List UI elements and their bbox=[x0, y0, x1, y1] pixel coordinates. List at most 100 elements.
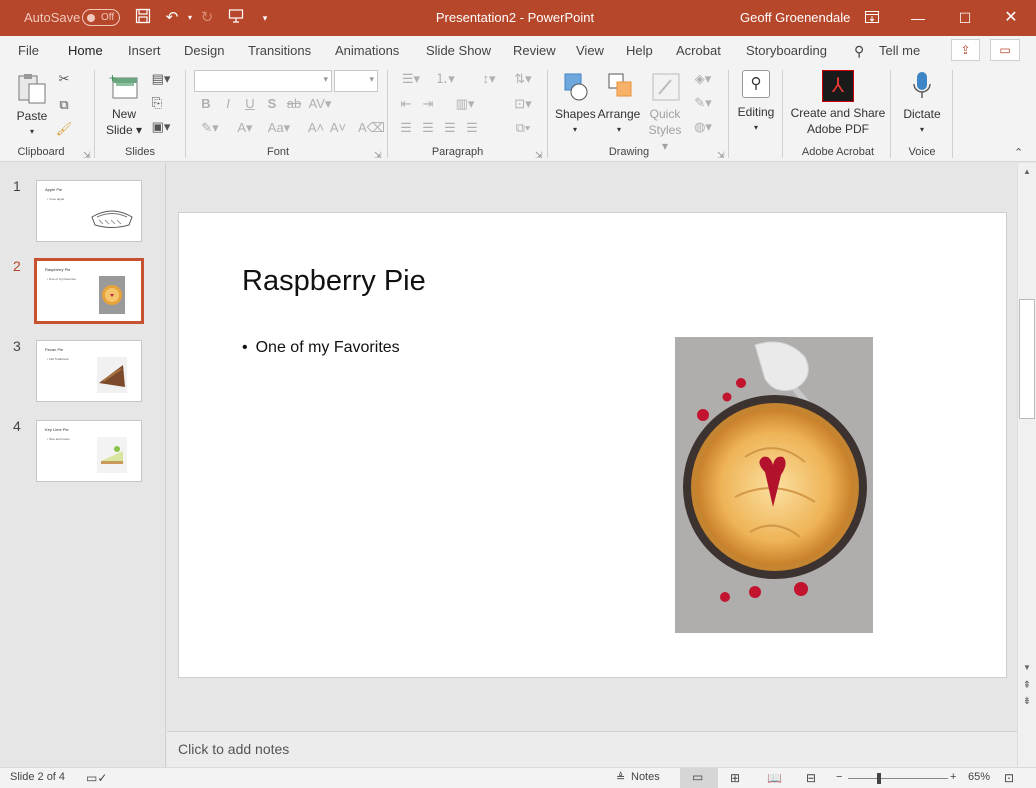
drawing-launcher-icon[interactable]: ⇲ bbox=[717, 150, 725, 161]
columns-icon[interactable]: ▥▾ bbox=[450, 95, 480, 113]
tab-file[interactable]: File bbox=[18, 43, 39, 58]
vertical-scrollbar[interactable]: ▲ ▼ ⇞ ⇟ bbox=[1017, 163, 1036, 767]
slide-bullet[interactable]: • One of my Favorites bbox=[242, 339, 400, 357]
tab-transitions[interactable]: Transitions bbox=[248, 43, 311, 58]
save-icon[interactable] bbox=[133, 8, 153, 28]
scroll-down-icon[interactable]: ▼ bbox=[1018, 663, 1036, 672]
align-text-icon[interactable]: ⊡▾ bbox=[508, 95, 538, 113]
normal-view-icon[interactable]: ▭ bbox=[680, 768, 718, 788]
decrease-font-icon[interactable]: A˅ bbox=[328, 119, 348, 137]
paragraph-launcher-icon[interactable]: ⇲ bbox=[535, 150, 543, 161]
share-icon[interactable]: ⇪ bbox=[951, 39, 980, 61]
shape-fill-icon[interactable]: ◈▾ bbox=[688, 70, 718, 88]
undo-icon[interactable]: ↶ bbox=[162, 8, 182, 28]
cut-icon[interactable]: ✂ bbox=[54, 70, 74, 88]
section-icon[interactable]: ▣▾ bbox=[147, 118, 175, 136]
font-color-icon[interactable]: A▾ bbox=[230, 119, 260, 137]
character-spacing-icon[interactable]: AV▾ bbox=[306, 95, 334, 113]
font-size-combo[interactable] bbox=[334, 70, 378, 92]
zoom-in-icon[interactable]: + bbox=[950, 771, 956, 783]
notes-icon[interactable]: ≜ bbox=[616, 771, 625, 784]
reading-view-icon[interactable]: 📖 bbox=[767, 771, 782, 785]
shape-effects-icon[interactable]: ◍▾ bbox=[688, 118, 718, 136]
font-name-combo[interactable] bbox=[194, 70, 332, 92]
tab-view[interactable]: View bbox=[576, 43, 604, 58]
slide-title[interactable]: Raspberry Pie bbox=[242, 265, 426, 298]
justify-icon[interactable]: ☰ bbox=[462, 119, 482, 137]
change-case-icon[interactable]: Aa▾ bbox=[264, 119, 294, 137]
current-slide[interactable]: Raspberry Pie • One of my Favorites bbox=[178, 212, 1007, 678]
format-painter-icon[interactable]: 🖌 bbox=[54, 120, 74, 138]
slide-sorter-icon[interactable]: ⊞ bbox=[730, 771, 740, 785]
create-share-pdf-button[interactable]: ⅄ Create and Share Adobe PDF bbox=[790, 70, 886, 140]
arrange-button[interactable]: Arrange ▾ bbox=[597, 72, 641, 142]
editing-button[interactable]: ⚲ Editing ▾ bbox=[735, 70, 777, 140]
raspberry-pie-image[interactable] bbox=[675, 337, 873, 633]
slideshow-view-icon[interactable]: ⊟ bbox=[806, 771, 816, 785]
decrease-indent-icon[interactable]: ⇤ bbox=[396, 95, 416, 113]
zoom-slider-thumb[interactable] bbox=[877, 773, 881, 784]
increase-font-icon[interactable]: A˄ bbox=[306, 119, 326, 137]
copy-icon[interactable]: ⧉ bbox=[54, 96, 74, 114]
bullets-icon[interactable]: ☰▾ bbox=[396, 70, 426, 88]
fit-to-window-icon[interactable]: ⊡ bbox=[1004, 771, 1014, 785]
tab-storyboarding[interactable]: Storyboarding bbox=[746, 43, 827, 58]
tell-me-search[interactable]: Tell me bbox=[879, 43, 920, 58]
collapse-ribbon-icon[interactable]: ⌃ bbox=[1014, 146, 1023, 159]
slide-thumbnail-2[interactable]: Raspberry Pie • One of my Favorites bbox=[34, 258, 144, 324]
tab-home[interactable]: Home bbox=[68, 43, 103, 67]
lightbulb-search-icon[interactable]: ⚲ bbox=[854, 43, 864, 60]
align-left-icon[interactable]: ☰ bbox=[396, 119, 416, 137]
shape-outline-icon[interactable]: ✎▾ bbox=[688, 94, 718, 112]
scroll-thumb[interactable] bbox=[1019, 299, 1035, 419]
slide-thumbnail-3[interactable]: Pecan Pie • Fall Traditional bbox=[36, 340, 142, 402]
reset-icon[interactable]: ⎘ bbox=[147, 94, 167, 112]
align-center-icon[interactable]: ☰ bbox=[418, 119, 438, 137]
tab-slide-show[interactable]: Slide Show bbox=[426, 43, 491, 58]
autosave-toggle[interactable]: Off bbox=[82, 9, 120, 26]
close-icon[interactable]: ✕ bbox=[999, 6, 1023, 30]
previous-slide-icon[interactable]: ⇞ bbox=[1018, 680, 1036, 691]
tab-help[interactable]: Help bbox=[626, 43, 653, 58]
tab-acrobat[interactable]: Acrobat bbox=[676, 43, 721, 58]
notes-placeholder[interactable]: Click to add notes bbox=[178, 741, 289, 757]
quick-styles-button[interactable]: Quick Styles ▾ bbox=[644, 72, 686, 153]
scroll-up-icon[interactable]: ▲ bbox=[1018, 167, 1036, 176]
shapes-button[interactable]: Shapes ▾ bbox=[555, 72, 596, 142]
bold-icon[interactable]: B bbox=[196, 95, 216, 113]
tab-review[interactable]: Review bbox=[513, 43, 556, 58]
clear-formatting-icon[interactable]: A⌫ bbox=[358, 119, 385, 137]
line-spacing-icon[interactable]: ↕▾ bbox=[474, 70, 504, 88]
present-from-start-icon[interactable] bbox=[226, 8, 246, 28]
new-slide-button[interactable]: + New Slide ▾ bbox=[104, 71, 144, 142]
comments-icon[interactable]: ▭ bbox=[990, 39, 1020, 61]
underline-icon[interactable]: U bbox=[240, 95, 260, 113]
strikethrough-icon[interactable]: ab bbox=[284, 95, 304, 113]
customize-qat-icon[interactable]: ▾ bbox=[255, 8, 275, 28]
increase-indent-icon[interactable]: ⇥ bbox=[418, 95, 438, 113]
notes-button[interactable]: Notes bbox=[631, 771, 660, 783]
slide-thumbnail-1[interactable]: Apple Pie • I love apple bbox=[36, 180, 142, 242]
next-slide-icon[interactable]: ⇟ bbox=[1018, 696, 1036, 707]
font-launcher-icon[interactable]: ⇲ bbox=[374, 150, 382, 161]
tab-insert[interactable]: Insert bbox=[128, 43, 161, 58]
italic-icon[interactable]: I bbox=[218, 95, 238, 113]
paste-button[interactable]: Paste ▾ bbox=[12, 72, 52, 136]
maximize-icon[interactable]: ☐ bbox=[953, 6, 977, 30]
user-name[interactable]: Geoff Groenendale bbox=[740, 10, 850, 25]
shadow-icon[interactable]: S bbox=[262, 95, 282, 113]
notes-pane[interactable]: Click to add notes bbox=[167, 731, 1017, 767]
clipboard-launcher-icon[interactable]: ⇲ bbox=[83, 150, 91, 161]
layout-icon[interactable]: ▤▾ bbox=[147, 70, 175, 88]
zoom-slider[interactable] bbox=[848, 778, 948, 779]
ribbon-display-options-icon[interactable] bbox=[860, 6, 884, 30]
minimize-icon[interactable]: — bbox=[906, 6, 930, 30]
zoom-level[interactable]: 65% bbox=[968, 771, 990, 783]
smartart-icon[interactable]: ⧉▾ bbox=[508, 119, 538, 137]
accessibility-icon[interactable]: ▭✓ bbox=[86, 771, 107, 785]
align-right-icon[interactable]: ☰ bbox=[440, 119, 460, 137]
slide-thumbnail-4[interactable]: Key Lime Pie • Nice and Green bbox=[36, 420, 142, 482]
highlight-icon[interactable]: ✎▾ bbox=[196, 119, 224, 137]
tab-animations[interactable]: Animations bbox=[335, 43, 399, 58]
text-direction-icon[interactable]: ⇅▾ bbox=[508, 70, 538, 88]
